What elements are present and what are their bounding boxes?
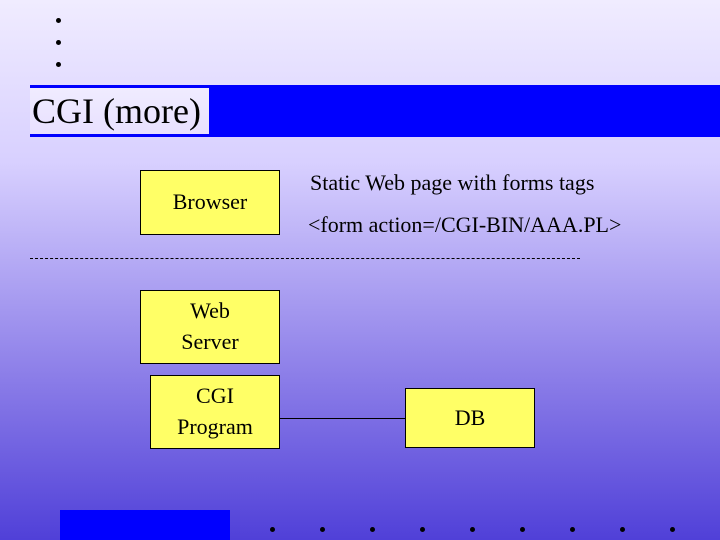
bullet-dot [56,18,61,23]
bullet-dot [56,62,61,67]
title-bar: CGI (more) [30,85,720,137]
db-box: DB [405,388,535,448]
web-server-box: Web Server [140,290,280,364]
footer-dot [470,527,475,532]
footer-dot [370,527,375,532]
web-label: Web [190,296,230,327]
footer-dot [570,527,575,532]
footer-dot [520,527,525,532]
desc-static-page: Static Web page with forms tags [310,170,594,196]
slide-title: CGI (more) [30,88,209,134]
server-label: Server [181,327,238,358]
footer-dot [670,527,675,532]
desc-form-action: <form action=/CGI-BIN/AAA.PL> [308,212,621,238]
browser-label: Browser [173,187,248,218]
separator-line [30,258,580,259]
program-label: Program [177,412,253,443]
footer-dot [320,527,325,532]
footer-dot [270,527,275,532]
cgi-program-box: CGI Program [150,375,280,449]
footer-dot [420,527,425,532]
browser-box: Browser [140,170,280,235]
footer-block [60,510,230,540]
cgi-db-connector [280,418,405,419]
db-label: DB [455,403,486,434]
cgi-label: CGI [196,381,234,412]
footer-dot [620,527,625,532]
bullet-dot [56,40,61,45]
